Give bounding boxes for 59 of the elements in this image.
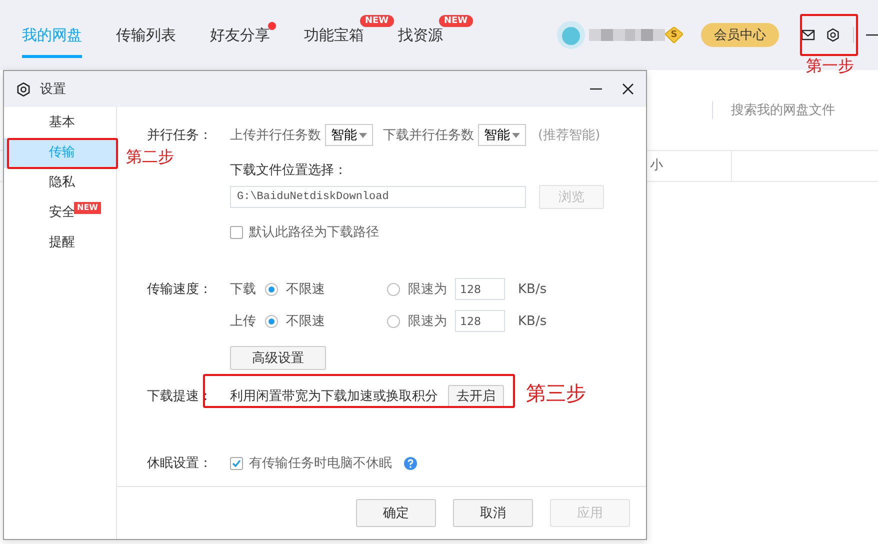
dialog-button[interactable]: 确定	[356, 499, 436, 527]
dialog-button[interactable]: 取消	[453, 499, 533, 527]
section-label: 休眠设置：	[147, 455, 213, 472]
new-badge: NEW	[360, 15, 394, 27]
member-center-button[interactable]: 会员中心	[701, 23, 779, 47]
new-badge: NEW	[439, 15, 473, 27]
hint-text: (推荐智能)	[538, 127, 600, 144]
column-header: 小	[650, 151, 732, 181]
mail-icon[interactable]	[801, 28, 815, 42]
caret-icon	[512, 132, 520, 138]
checkbox-label[interactable]: 有传输任务时电脑不休眠	[249, 454, 392, 472]
field-label: 下载并行任务数	[383, 127, 474, 144]
radio-button[interactable]	[387, 282, 400, 296]
settings-icon	[16, 82, 31, 96]
radio-button[interactable]	[265, 314, 278, 328]
radio-button[interactable]	[387, 314, 400, 328]
caret-icon	[359, 132, 367, 138]
speed-limit-field[interactable]: 128	[455, 310, 505, 332]
sidebar-item[interactable]: 隐私	[4, 168, 116, 198]
avatar-icon[interactable]	[557, 21, 585, 49]
step-annotation: 第二步	[126, 147, 174, 168]
radio-button[interactable]	[265, 282, 278, 296]
search-field[interactable]: 搜索我的网盘文件	[731, 101, 835, 119]
nav-tab[interactable]: 传输列表	[116, 18, 176, 58]
checkbox[interactable]	[230, 456, 243, 470]
field-label: 下载文件位置选择：	[230, 162, 347, 179]
field-label: 上传并行任务数	[230, 127, 321, 144]
advanced-settings-button[interactable]: 高级设置	[230, 346, 326, 370]
radio-label[interactable]: 不限速	[286, 280, 387, 298]
sidebar-item[interactable]: 基本	[4, 108, 116, 138]
unit-label: KB/s	[518, 282, 547, 296]
help-icon[interactable]	[404, 456, 417, 470]
radio-label[interactable]: 限速为	[408, 280, 447, 298]
direction-label: 上传	[230, 313, 257, 330]
boost-description: 利用闲置带宽为下载加速或换取积分	[230, 388, 438, 405]
download-tasks-dropdown[interactable]: 智能	[478, 124, 526, 146]
checkbox[interactable]	[230, 226, 243, 238]
dialog-title: 设置	[40, 81, 66, 98]
nav-tab[interactable]: 好友分享	[210, 18, 270, 58]
sidebar-item[interactable]: 提醒	[4, 228, 116, 258]
path-field[interactable]: G:\BaiduNetdiskDownload	[230, 186, 526, 208]
close-icon[interactable]	[622, 83, 634, 95]
radio-label[interactable]: 不限速	[286, 312, 387, 330]
checkbox-label[interactable]: 默认此路径为下载路径	[249, 223, 379, 241]
enable-button[interactable]: 去开启	[448, 385, 504, 407]
unit-label: KB/s	[518, 314, 547, 328]
settings-icon[interactable]	[826, 28, 840, 42]
step-annotation: 第三步	[526, 380, 586, 407]
step-annotation: 第一步	[806, 56, 854, 77]
speed-limit-field[interactable]: 128	[455, 278, 505, 300]
vip-badge: S	[665, 27, 683, 43]
section-label: 下载提速：	[147, 388, 213, 405]
highlight-frame	[800, 14, 858, 56]
section-label: 并行任务：	[147, 127, 213, 144]
radio-label[interactable]: 限速为	[408, 312, 447, 330]
section-label: 传输速度：	[147, 281, 213, 298]
new-badge: NEW	[74, 202, 101, 214]
direction-label: 下载	[230, 281, 257, 298]
upload-tasks-dropdown[interactable]: 智能	[325, 124, 373, 146]
